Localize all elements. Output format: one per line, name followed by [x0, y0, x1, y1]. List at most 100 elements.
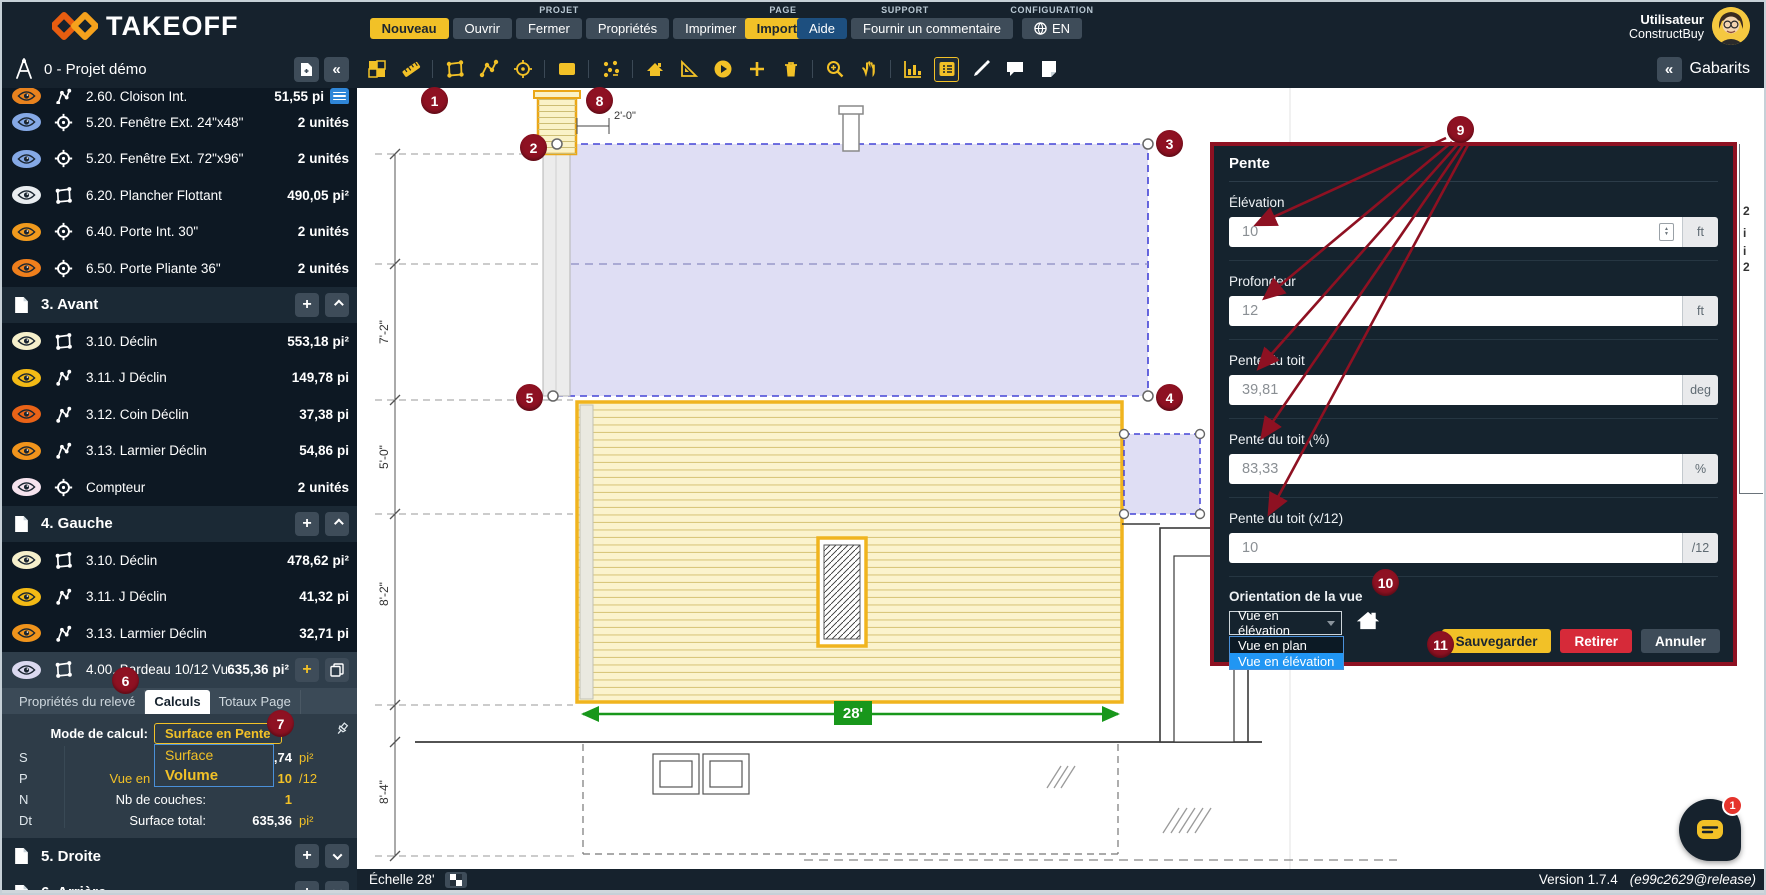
user-block[interactable]: Utilisateur ConstructBuy	[1629, 7, 1750, 45]
visibility-eye-icon[interactable]	[12, 186, 41, 204]
field-input[interactable]: 83,33 ▲▼	[1229, 454, 1682, 484]
visibility-eye-icon[interactable]	[12, 588, 41, 606]
visibility-eye-icon[interactable]	[12, 259, 41, 277]
visibility-eye-icon[interactable]	[12, 405, 41, 423]
sidebar-row[interactable]: 5.20. Fenêtre Ext. 72"x96" 2 unités +	[2, 141, 357, 178]
count-tool-icon[interactable]	[598, 57, 623, 82]
visibility-eye-icon[interactable]	[12, 88, 41, 105]
nouveau-button[interactable]: Nouveau	[370, 18, 449, 39]
pan-icon[interactable]	[856, 57, 881, 82]
field-input[interactable]: 10 ▲▼	[1229, 533, 1682, 563]
play-icon[interactable]	[710, 57, 735, 82]
sidebar-row[interactable]: 5.20. Fenêtre Ext. 24"x48" 2 unités +	[2, 104, 357, 141]
note-icon[interactable]	[1036, 57, 1061, 82]
orientation-select[interactable]: Vue en élévation	[1229, 611, 1342, 635]
collapse-group-button[interactable]	[325, 881, 349, 890]
zoom-icon[interactable]	[822, 57, 847, 82]
house-view-icon[interactable]	[1356, 611, 1380, 635]
sidebar-row[interactable]: 3.11. J Déclin 149,78 pi +	[2, 360, 357, 397]
trash-icon[interactable]	[778, 57, 803, 82]
field-input[interactable]: 12 ▲▼	[1229, 296, 1682, 326]
sidebar-row[interactable]: 2.60. Cloison Int. 51,55 pi +	[2, 88, 357, 104]
polygon-tool-icon[interactable]	[442, 57, 467, 82]
porch-roof-selection[interactable]	[1124, 434, 1200, 514]
visibility-eye-icon[interactable]	[12, 661, 41, 679]
visibility-eye-icon[interactable]	[12, 624, 41, 642]
ouvrir-button[interactable]: Ouvrir	[453, 18, 512, 39]
visibility-eye-icon[interactable]	[12, 332, 41, 350]
expand-templates-button[interactable]: «	[1657, 57, 1682, 82]
mode-de-calcul-dropdown[interactable]: Surface en Pente	[154, 723, 282, 744]
sidebar-row[interactable]: 3.11. J Déclin 41,32 pi +	[2, 579, 357, 616]
collapse-sidebar-button[interactable]: «	[324, 57, 349, 82]
option-vue-en-elevation[interactable]: Vue en élévation	[1230, 653, 1343, 669]
add-measurement-button[interactable]: +	[295, 293, 319, 317]
imprimer-button[interactable]: Imprimer	[673, 18, 748, 39]
sauvegarder-button[interactable]: Sauvegarder	[1442, 629, 1552, 653]
sidebar-row[interactable]: 5. Droite +	[2, 838, 357, 875]
sidebar-row[interactable]: 3.10. Déclin 478,62 pi² +	[2, 542, 357, 579]
add-icon[interactable]	[744, 57, 769, 82]
target-icon[interactable]	[510, 57, 535, 82]
sidebar-row[interactable]: 4.00. Bardeau 10/12 Vue en... 635,36 pi²…	[2, 652, 357, 689]
sidebar-row[interactable]: 6.50. Porte Pliante 36" 2 unités +	[2, 250, 357, 287]
rectangle-tool-icon[interactable]	[554, 57, 579, 82]
legend-icon[interactable]	[934, 57, 959, 82]
visibility-eye-icon[interactable]	[12, 442, 41, 460]
new-page-button[interactable]	[294, 57, 319, 82]
visibility-eye-icon[interactable]	[12, 551, 41, 569]
scale-checker-icon[interactable]	[445, 872, 467, 888]
mode-option-surface[interactable]: Surface	[155, 745, 273, 765]
roof-tool-icon[interactable]	[642, 57, 667, 82]
ruler-icon[interactable]	[398, 57, 423, 82]
field-input[interactable]: 39,81 ▲▼	[1229, 375, 1682, 405]
sidebar-row[interactable]: 3.10. Déclin 553,18 pi² +	[2, 323, 357, 360]
field-input[interactable]: 10 ▲▼	[1229, 217, 1682, 247]
add-measurement-button[interactable]: +	[295, 844, 319, 868]
chart-icon[interactable]	[900, 57, 925, 82]
angle-tool-icon[interactable]	[676, 57, 701, 82]
collapse-group-button[interactable]	[325, 512, 349, 536]
comment-icon[interactable]	[1002, 57, 1027, 82]
retirer-button[interactable]: Retirer	[1560, 629, 1632, 653]
visibility-eye-icon[interactable]	[12, 113, 41, 131]
duplicate-button[interactable]	[325, 658, 349, 682]
add-measurement-button[interactable]: +	[295, 658, 319, 682]
tab-calculs[interactable]: Calculs	[145, 690, 209, 714]
sidebar-row[interactable]: 3. Avant +	[2, 287, 357, 324]
sidebar-row[interactable]: 3.13. Larmier Déclin 32,71 pi +	[2, 615, 357, 652]
option-vue-en-plan[interactable]: Vue en plan	[1230, 637, 1343, 653]
roof-selection-region[interactable]	[557, 144, 1148, 396]
avatar[interactable]	[1712, 7, 1750, 45]
tab-totaux-page[interactable]: Totaux Page	[210, 690, 301, 714]
commentaire-button[interactable]: Fournir un commentaire	[851, 18, 1013, 39]
sidebar-row[interactable]: 3.13. Larmier Déclin 54,86 pi +	[2, 433, 357, 470]
sidebar-row[interactable]: 6. Arrière +	[2, 875, 357, 891]
sidebar-row[interactable]: 4. Gauche +	[2, 506, 357, 543]
visibility-eye-icon[interactable]	[12, 150, 41, 168]
spinner-icon[interactable]: ▲▼	[1659, 223, 1674, 241]
polyline-tool-icon[interactable]	[476, 57, 501, 82]
layers-icon[interactable]	[364, 57, 389, 82]
sidebar-row[interactable]: 6.40. Porte Int. 30" 2 unités +	[2, 214, 357, 251]
collapse-group-button[interactable]	[325, 293, 349, 317]
proprietes-button[interactable]: Propriétés	[586, 18, 669, 39]
sidebar-row[interactable]: 3.12. Coin Déclin 37,38 pi +	[2, 396, 357, 433]
add-measurement-button[interactable]: +	[295, 512, 319, 536]
details-button[interactable]	[330, 88, 349, 105]
add-measurement-button[interactable]: +	[295, 881, 319, 890]
marker-icon[interactable]	[968, 57, 993, 82]
pin-icon[interactable]	[335, 722, 349, 741]
chat-button[interactable]: 1	[1679, 799, 1741, 861]
fermer-button[interactable]: Fermer	[516, 18, 582, 39]
sidebar-row[interactable]: Compteur 2 unités +	[2, 469, 357, 506]
collapse-group-button[interactable]	[325, 844, 349, 868]
annuler-button[interactable]: Annuler	[1641, 629, 1720, 653]
visibility-eye-icon[interactable]	[12, 478, 41, 496]
visibility-eye-icon[interactable]	[12, 369, 41, 387]
aide-button[interactable]: Aide	[797, 18, 847, 39]
visibility-eye-icon[interactable]	[12, 223, 41, 241]
language-button[interactable]: EN	[1022, 18, 1082, 39]
mode-option-volume[interactable]: Volume	[155, 765, 273, 786]
sidebar-row[interactable]: 6.20. Plancher Flottant 490,05 pi² +	[2, 177, 357, 214]
